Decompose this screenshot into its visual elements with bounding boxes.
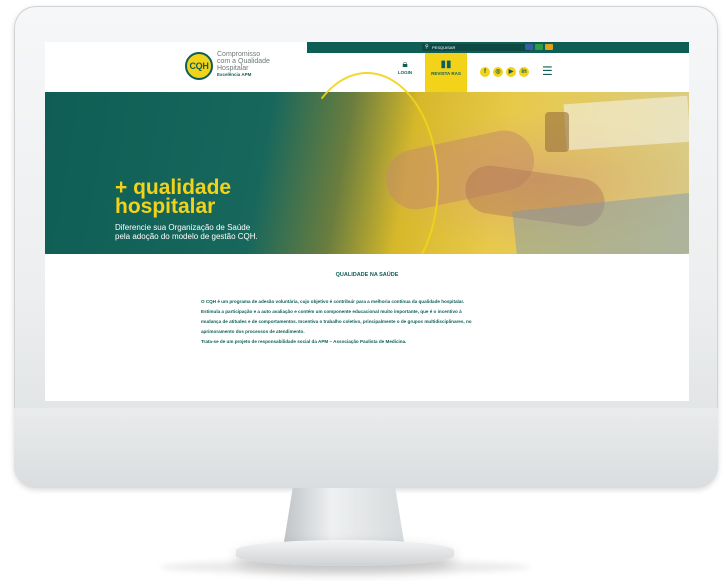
revista-label: REVISTA RAS	[431, 71, 461, 76]
login-label: LOGIN	[397, 70, 413, 75]
search-icon: ⚲	[425, 44, 429, 50]
monitor-stand	[283, 488, 405, 548]
cqh-logo[interactable]: CQH	[185, 52, 213, 80]
hero-title-line2: hospitalar	[115, 195, 216, 218]
monitor-stand-base	[236, 540, 454, 566]
brand-sub: Excelência APM	[217, 72, 252, 77]
brand-line-2: com a Qualidade	[217, 58, 270, 65]
hero-photo-paper	[563, 95, 689, 151]
facebook-icon[interactable]: f	[480, 67, 490, 77]
monitor-chin	[14, 408, 718, 488]
linkedin-icon[interactable]: in	[519, 67, 529, 77]
intro-paragraph: O CQH é um programa de adesão voluntária…	[201, 297, 531, 347]
login-button[interactable]: 🔒︎ LOGIN	[391, 59, 419, 75]
paragraph-line: mudança de atitudes e de comportamentos.…	[201, 319, 472, 324]
logo-text: CQH	[189, 61, 209, 71]
brand-line-3: Hospitalar	[217, 65, 249, 72]
hero-photo-bottle	[545, 112, 569, 152]
paragraph-line: Trata-se de um projeto de responsabilida…	[201, 339, 407, 344]
brand-text: Compromisso com a Qualidade Hospitalar E…	[217, 51, 270, 78]
hero-subtitle: Diferencie sua Organização de Saúde pela…	[115, 223, 258, 241]
language-flags	[525, 44, 553, 50]
section-title: QUALIDADE NA SAÚDE	[335, 272, 399, 278]
lock-icon: 🔒︎	[402, 59, 408, 70]
instagram-icon[interactable]: ◎	[493, 67, 503, 77]
flag-portuguese-icon[interactable]	[535, 44, 543, 50]
paragraph-line: O CQH é um programa de adesão voluntária…	[201, 299, 465, 304]
search-input[interactable]: ⚲ PESQUISAR	[422, 44, 530, 51]
brand-line-1: Compromisso	[217, 51, 261, 58]
website-screen: ⚲ PESQUISAR CQH Compromisso com a Qualid…	[45, 42, 689, 401]
main-content: QUALIDADE NA SAÚDE O CQH é um programa d…	[45, 254, 689, 401]
hero-title: + qualidade hospitalar	[115, 177, 231, 218]
hero-banner: + qualidade hospitalar Diferencie sua Or…	[45, 72, 689, 296]
hamburger-menu-icon[interactable]: ☰	[542, 64, 553, 78]
revista-ras-button[interactable]: ▮▮ REVISTA RAS	[425, 53, 467, 92]
flag-english-icon[interactable]	[525, 44, 533, 50]
book-icon: ▮▮	[440, 59, 452, 70]
youtube-icon[interactable]: ▶	[506, 67, 516, 77]
monitor-mockup: ⚲ PESQUISAR CQH Compromisso com a Qualid…	[0, 0, 727, 581]
social-links: f ◎ ▶ in	[480, 67, 529, 77]
flag-spanish-icon[interactable]	[545, 44, 553, 50]
search-label: PESQUISAR	[432, 45, 456, 50]
paragraph-line: aprimoramento dos processos de atendimen…	[201, 329, 305, 334]
paragraph-line: Estimula a participação e a auto avaliaç…	[201, 309, 462, 314]
